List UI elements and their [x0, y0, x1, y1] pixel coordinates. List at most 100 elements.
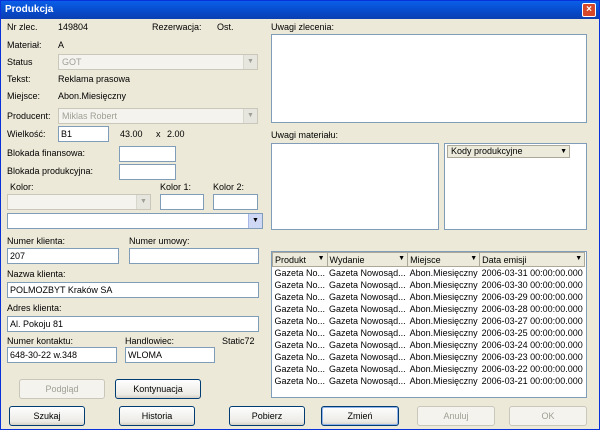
table-cell: Gazeta Nowosąd...: [329, 364, 406, 374]
nr-zlec-value: 149804: [58, 22, 89, 32]
nr-zlec-label: Nr zlec.: [7, 22, 38, 32]
table-row[interactable]: Gazeta No... Gazeta Nowosąd... Abon.Miesię…: [273, 291, 585, 303]
table-cell: Gazeta Nowosąd...: [329, 328, 406, 338]
anuluj-button[interactable]: Anuluj: [417, 406, 495, 426]
table-cell: Gazeta Nowosąd...: [329, 376, 406, 386]
wielkosc-width: 43.00: [120, 129, 143, 139]
table-cell: 2006-03-25 00:00:00.000: [481, 328, 583, 338]
table-cell: Abon.Miesięczny: [409, 292, 478, 302]
dropdown-arrow-icon[interactable]: ▼: [560, 146, 567, 157]
nazwa-klienta-input[interactable]: POLMOZBYT Kraków SA: [7, 282, 259, 298]
dropdown-arrow-icon[interactable]: ▼: [248, 214, 262, 228]
zmien-button[interactable]: Zmień: [321, 406, 399, 426]
grid-column-label: Data emisji: [482, 254, 527, 265]
tekst-value: Reklama prasowa: [58, 74, 131, 84]
close-icon[interactable]: ×: [582, 3, 596, 17]
title-bar[interactable]: Produkcja ×: [1, 1, 599, 19]
numer-klienta-label: Numer klienta:: [7, 236, 66, 246]
table-cell: Gazeta Nowosąd...: [329, 352, 406, 362]
wielkosc-height: 2.00: [167, 129, 185, 139]
static72-label: Static72: [222, 336, 255, 346]
table-row[interactable]: Gazeta No... Gazeta Nowosąd... Abon.Miesię…: [273, 327, 585, 339]
grid-column-header[interactable]: Wydanie ▼: [326, 252, 409, 267]
emisje-grid[interactable]: Produkt ▼ Wydanie ▼ Miejsce ▼ Data emisji ▼ Gaz…: [271, 251, 587, 398]
uwagi-zlecenia-label: Uwagi zlecenia:: [271, 22, 335, 32]
kolor-select[interactable]: ▼: [7, 194, 151, 210]
grid-column-label: Produkt: [275, 254, 307, 265]
table-cell: Abon.Miesięczny: [409, 268, 478, 278]
blokada-finansowa-label: Blokada finansowa:: [7, 148, 86, 158]
adres-klienta-label: Adres klienta:: [7, 303, 62, 313]
producent-select-value: Miklas Robert: [62, 111, 118, 121]
producent-select[interactable]: Miklas Robert ▼: [58, 108, 258, 124]
table-cell: Gazeta No...: [274, 364, 326, 374]
grid-column-header[interactable]: Miejsce ▼: [407, 252, 481, 267]
table-row[interactable]: Gazeta No... Gazeta Nowosąd... Abon.Miesię…: [273, 267, 585, 280]
table-row[interactable]: Gazeta No... Gazeta Nowosąd... Abon.Miesię…: [273, 339, 585, 351]
emisje-table: Produkt ▼ Wydanie ▼ Miejsce ▼ Data emisji ▼ Gaz…: [272, 252, 586, 387]
table-row[interactable]: Gazeta No... Gazeta Nowosąd... Abon.Miesię…: [273, 375, 585, 387]
table-cell: 2006-03-27 00:00:00.000: [481, 316, 583, 326]
szukaj-button[interactable]: Szukaj: [9, 406, 85, 426]
table-cell: Gazeta No...: [274, 304, 326, 314]
handlowiec-label: Handlowiec:: [125, 336, 175, 346]
wielkosc-input[interactable]: B1: [58, 126, 109, 142]
table-cell: Abon.Miesięczny: [409, 340, 478, 350]
uwagi-materialu-textarea[interactable]: [271, 143, 439, 230]
table-cell: Gazeta No...: [274, 268, 326, 278]
numer-kontaktu-label: Numer kontaktu:: [7, 336, 74, 346]
dropdown-arrow-icon[interactable]: ▼: [243, 55, 257, 69]
uwagi-materialu-label: Uwagi materiału:: [271, 130, 339, 140]
status-select[interactable]: GOT ▼: [58, 54, 258, 70]
grid-column-header[interactable]: Produkt ▼: [272, 252, 328, 267]
miejsce-value: Abon.Miesięczny: [58, 91, 127, 101]
producent-label: Producent:: [7, 111, 51, 121]
handlowiec-input[interactable]: WLOMA: [125, 347, 215, 363]
table-cell: Abon.Miesięczny: [409, 280, 478, 290]
dropdown-arrow-icon[interactable]: ▼: [575, 255, 582, 262]
kody-produkcyjne-header[interactable]: Kody produkcyjne ▼: [447, 145, 570, 158]
window-title: Produkcja: [5, 4, 54, 15]
kolor-label: Kolor:: [10, 182, 34, 192]
blokada-finansowa-input[interactable]: [119, 146, 176, 162]
blokada-produkcyjna-label: Blokada produkcyjna:: [7, 166, 94, 176]
dropdown-arrow-icon[interactable]: ▼: [318, 255, 325, 262]
dropdown-arrow-icon[interactable]: ▼: [470, 255, 477, 262]
podglad-button[interactable]: Podgląd: [19, 379, 105, 399]
dropdown-arrow-icon[interactable]: ▼: [398, 255, 405, 262]
table-cell: 2006-03-21 00:00:00.000: [481, 376, 583, 386]
kody-produkcyjne-label: Kody produkcyjne: [451, 146, 523, 156]
dropdown-arrow-icon[interactable]: ▼: [243, 109, 257, 123]
kolor1-input[interactable]: [160, 194, 204, 210]
table-row[interactable]: Gazeta No... Gazeta Nowosąd... Abon.Miesię…: [273, 363, 585, 375]
rezerwacja-value: Ost.: [217, 22, 234, 32]
table-cell: Abon.Miesięczny: [409, 364, 478, 374]
table-cell: Gazeta No...: [274, 328, 326, 338]
table-row[interactable]: Gazeta No... Gazeta Nowosąd... Abon.Miesię…: [273, 303, 585, 315]
dropdown-arrow-icon[interactable]: ▼: [136, 195, 150, 209]
table-cell: Abon.Miesięczny: [409, 376, 478, 386]
adres-klienta-input[interactable]: Al. Pokoju 81: [7, 316, 259, 332]
material-value: A: [58, 40, 65, 50]
status-select-value: GOT: [62, 57, 82, 67]
pobierz-button[interactable]: Pobierz: [229, 406, 305, 426]
kody-produkcyjne-list[interactable]: Kody produkcyjne ▼: [444, 143, 587, 230]
numer-klienta-input[interactable]: 207: [7, 248, 119, 264]
table-row[interactable]: Gazeta No... Gazeta Nowosąd... Abon.Miesię…: [273, 351, 585, 363]
extra-select[interactable]: ▼: [7, 213, 263, 229]
numer-kontaktu-input[interactable]: 648-30-22 w.348: [7, 347, 117, 363]
grid-column-header[interactable]: Data emisji ▼: [479, 252, 586, 267]
material-label: Materiał:: [7, 40, 42, 50]
historia-button[interactable]: Historia: [119, 406, 195, 426]
numer-umowy-input[interactable]: [129, 248, 259, 264]
uwagi-zlecenia-textarea[interactable]: [271, 34, 587, 123]
table-row[interactable]: Gazeta No... Gazeta Nowosąd... Abon.Miesię…: [273, 315, 585, 327]
table-cell: Abon.Miesięczny: [409, 352, 478, 362]
ok-button[interactable]: OK: [509, 406, 587, 426]
table-cell: Gazeta No...: [274, 340, 326, 350]
kolor2-input[interactable]: [213, 194, 258, 210]
numer-umowy-label: Numer umowy:: [129, 236, 190, 246]
table-row[interactable]: Gazeta No... Gazeta Nowosąd... Abon.Miesię…: [273, 279, 585, 291]
kontynuacja-button[interactable]: Kontynuacja: [115, 379, 201, 399]
blokada-produkcyjna-input[interactable]: [119, 164, 176, 180]
